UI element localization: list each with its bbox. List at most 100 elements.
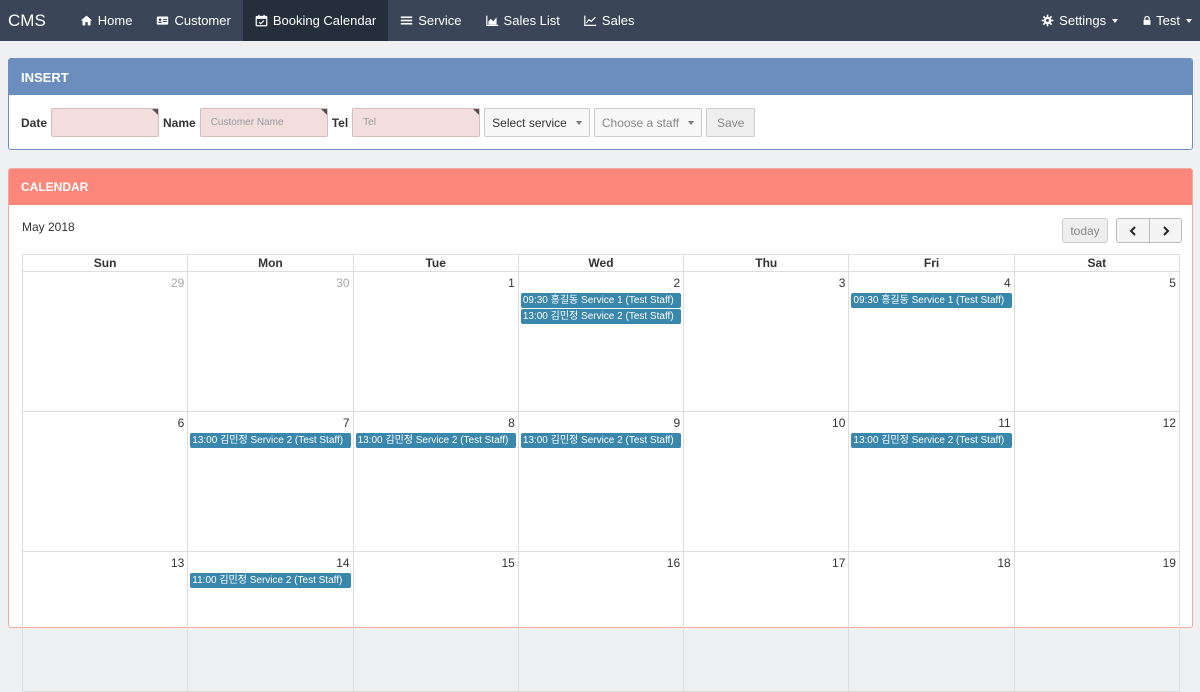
nav-sales-list-label: Sales List — [503, 13, 560, 28]
nav-user[interactable]: Test — [1130, 0, 1200, 41]
calendar-grid: Sun Mon Tue Wed Thu Fri Sat 29 30 1 2 09:30 홍길동 Se… — [22, 254, 1180, 692]
today-button[interactable]: today — [1062, 218, 1108, 243]
calendar-event[interactable]: 09:30 홍길동 Service 1 (Test Staff) — [520, 293, 682, 308]
calendar-day-cell[interactable]: 17 — [683, 552, 848, 691]
day-of-week-thu: Thu — [683, 255, 848, 271]
id-card-icon — [156, 14, 169, 27]
day-number: 30 — [336, 276, 350, 290]
staff-select-value: Choose a staff — [601, 115, 680, 130]
calendar-day-cell[interactable]: 3 — [683, 272, 848, 411]
date-label: Date — [21, 115, 48, 130]
calendar-event[interactable]: 13:00 김민정 Service 2 (Test Staff) — [520, 433, 682, 448]
nav-home[interactable]: Home — [68, 0, 145, 41]
calendar-event[interactable]: 09:30 홍길동 Service 1 (Test Staff) — [851, 293, 1012, 308]
month-nav-group — [1116, 218, 1182, 243]
next-month-button[interactable] — [1149, 219, 1181, 242]
nav-user-label: Test — [1156, 13, 1180, 28]
brand-logo[interactable]: CMS — [0, 0, 68, 41]
day-number: 14 — [336, 556, 350, 570]
nav-home-label: Home — [97, 13, 133, 28]
day-number: 2 — [673, 276, 681, 290]
day-number: 4 — [1004, 276, 1011, 290]
customer-name-input[interactable]: Customer Name — [199, 108, 328, 137]
staff-select[interactable]: Choose a staff — [593, 108, 703, 137]
calendar-day-cell[interactable]: 29 — [23, 272, 187, 411]
calendar-day-cell[interactable]: 12 — [1013, 412, 1179, 551]
calendar-day-cell[interactable]: 14 11:00 김민정 Service 2 (Test Staff) — [187, 552, 352, 691]
nav-booking-calendar[interactable]: Booking Calendar — [242, 0, 389, 41]
calendar-day-cell[interactable]: 15 — [352, 552, 518, 691]
day-number: 11 — [998, 416, 1011, 430]
calendar-event[interactable]: 13:00 김민정 Service 2 (Test Staff) — [520, 309, 682, 324]
calendar-day-cell[interactable]: 30 — [187, 272, 352, 411]
nav-service[interactable]: Service — [388, 0, 473, 41]
calendar-event[interactable]: 13:00 김민정 Service 2 (Test Staff) — [851, 433, 1012, 448]
day-of-week-sun: Sun — [93, 256, 117, 270]
date-input[interactable] — [51, 108, 160, 137]
area-chart-icon — [485, 14, 499, 27]
chevron-left-icon — [1129, 225, 1136, 236]
calendar-event[interactable]: 13:00 김민정 Service 2 (Test Staff) — [190, 433, 351, 448]
day-number: 3 — [838, 276, 846, 290]
calendar-toolbar: May 2018 today — [9, 205, 1192, 255]
calendar-week-row: 13 14 11:00 김민정 Service 2 (Test Staff) 15 16… — [22, 552, 1180, 692]
calendar-day-cell[interactable]: 7 13:00 김민정 Service 2 (Test Staff) — [187, 412, 352, 551]
nav-customer[interactable]: Customer — [144, 0, 242, 41]
day-number: 16 — [666, 556, 681, 570]
service-select-value: Select service — [492, 115, 567, 130]
nav-customer-label: Customer — [174, 13, 231, 28]
calendar-day-cell[interactable]: 10 — [683, 412, 848, 551]
day-number: 9 — [673, 416, 681, 430]
nav-service-label: Service — [418, 13, 462, 28]
day-number: 12 — [1162, 416, 1176, 430]
calendar-day-cell[interactable]: 4 09:30 홍길동 Service 1 (Test Staff) — [848, 272, 1013, 411]
event-list: 13:00 김민정 Service 2 (Test Staff) — [190, 433, 351, 449]
line-chart-icon — [584, 14, 597, 27]
nav-sales[interactable]: Sales — [572, 0, 647, 41]
save-button[interactable]: Save — [706, 108, 756, 137]
day-number: 10 — [832, 416, 846, 430]
chevron-down-icon — [1112, 18, 1119, 23]
calendar-day-cell[interactable]: 16 — [517, 552, 683, 691]
nav-sales-list[interactable]: Sales List — [474, 0, 572, 41]
nav-booking-calendar-label: Booking Calendar — [272, 13, 377, 28]
calendar-week-row: 6 7 13:00 김민정 Service 2 (Test Staff) 8 13:00… — [22, 412, 1180, 552]
calendar-day-cell[interactable]: 8 13:00 김민정 Service 2 (Test Staff) — [352, 412, 518, 551]
calendar-day-cell[interactable]: 13 — [23, 552, 187, 691]
calendar-week-row: 29 30 1 2 09:30 홍길동 Service 1 (Test Staff) 13… — [22, 272, 1180, 412]
calendar-day-cell[interactable]: 9 13:00 김민정 Service 2 (Test Staff) — [517, 412, 683, 551]
calendar-day-cell[interactable]: 5 — [1013, 272, 1179, 411]
home-icon — [80, 14, 93, 27]
chevron-down-icon — [688, 120, 695, 125]
nav-sales-label: Sales — [601, 13, 635, 28]
day-of-week-fri: Fri — [848, 255, 1013, 271]
insert-panel: INSERT Date Name Customer Name Tel Tel S… — [8, 58, 1193, 150]
calendar-day-cell[interactable]: 18 — [848, 552, 1013, 691]
service-select[interactable]: Select service — [484, 108, 590, 137]
nav-settings[interactable]: Settings — [1029, 0, 1130, 41]
calendar-day-cell[interactable]: 1 — [352, 272, 518, 411]
prev-month-button[interactable] — [1117, 219, 1149, 242]
calendar-day-cell[interactable]: 19 — [1013, 552, 1179, 691]
calendar-event[interactable]: 11:00 김민정 Service 2 (Test Staff) — [190, 573, 351, 588]
day-number: 8 — [508, 416, 515, 430]
tel-input[interactable]: Tel — [352, 108, 481, 137]
day-of-week-mon: Mon — [187, 255, 352, 271]
calendar-day-cell[interactable]: 6 — [23, 412, 187, 551]
day-of-week-sat: Sat — [1013, 255, 1179, 271]
list-icon — [400, 14, 413, 27]
insert-panel-title: INSERT — [9, 59, 1192, 95]
day-of-week-header: Sun Mon Tue Wed Thu Fri Sat — [22, 254, 1180, 272]
day-number: 19 — [1162, 556, 1176, 570]
calendar-day-cell[interactable]: 11 13:00 김민정 Service 2 (Test Staff) — [848, 412, 1013, 551]
calendar-day-cell[interactable]: 2 09:30 홍길동 Service 1 (Test Staff) 13:00 김… — [517, 272, 683, 411]
event-list: 13:00 김민정 Service 2 (Test Staff) — [520, 433, 682, 449]
name-label: Name — [163, 115, 196, 130]
calendar-event[interactable]: 13:00 김민정 Service 2 (Test Staff) — [355, 433, 516, 448]
event-list: 13:00 김민정 Service 2 (Test Staff) — [851, 433, 1012, 449]
event-list: 13:00 김민정 Service 2 (Test Staff) — [355, 433, 516, 449]
calendar-icon — [255, 14, 268, 27]
top-navbar: CMS Home Customer Booking Calendar Servi… — [0, 0, 1200, 41]
day-number: 5 — [1169, 276, 1176, 290]
event-list: 09:30 홍길동 Service 1 (Test Staff) — [851, 293, 1012, 309]
